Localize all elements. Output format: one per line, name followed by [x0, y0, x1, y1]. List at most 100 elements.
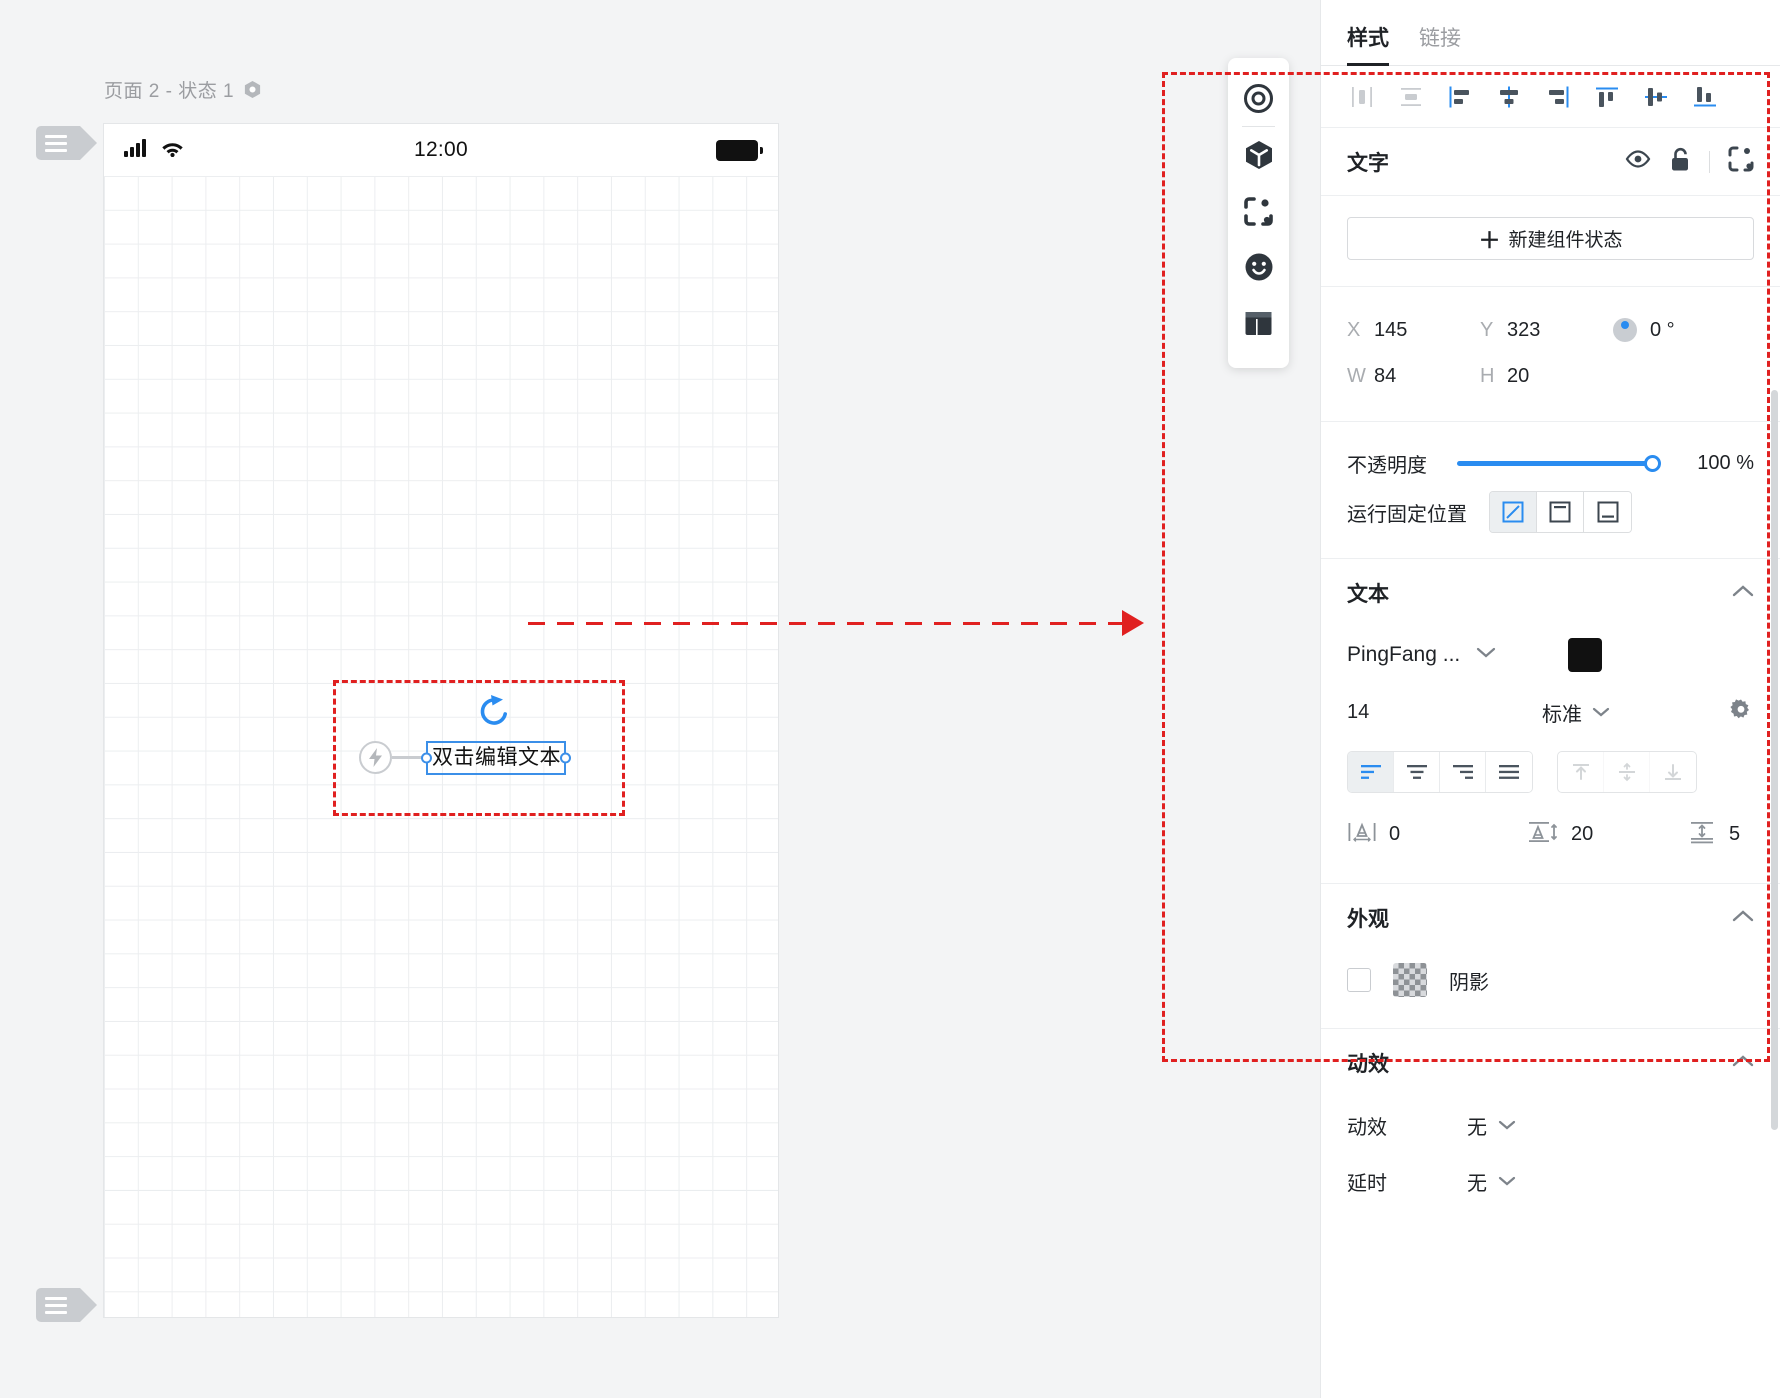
alignment-toolbar[interactable]: [1321, 66, 1780, 128]
chevron-up-icon[interactable]: [1732, 909, 1754, 928]
valign-middle-icon[interactable]: [1604, 752, 1650, 792]
opacity-slider-knob[interactable]: [1644, 454, 1661, 472]
h-value[interactable]: 20: [1507, 365, 1529, 388]
rotate-cw-icon[interactable]: [476, 694, 512, 733]
fit-content-icon[interactable]: [1728, 146, 1754, 177]
animation-section-body: 动效 无 延时 无: [1321, 1097, 1780, 1209]
left-panel-toggle-bottom[interactable]: [36, 1288, 97, 1322]
valign-top-icon[interactable]: [1558, 752, 1604, 792]
appearance-section-header[interactable]: 外观: [1321, 884, 1780, 952]
text-content[interactable]: 双击编辑文本: [432, 745, 561, 770]
align-left-icon[interactable]: [1435, 74, 1484, 120]
tab-style[interactable]: 样式: [1347, 22, 1389, 66]
unlock-icon[interactable]: [1669, 147, 1691, 177]
gear-icon[interactable]: [1728, 697, 1754, 728]
line-height-value[interactable]: 20: [1571, 823, 1593, 846]
valign-bottom-icon[interactable]: [1650, 752, 1696, 792]
fixed-top-icon[interactable]: [1537, 492, 1584, 532]
element-header: 文字: [1321, 128, 1780, 196]
rotation-dial-icon[interactable]: [1613, 318, 1637, 342]
w-value[interactable]: 84: [1374, 365, 1396, 388]
panel-tabs[interactable]: 样式 链接: [1321, 0, 1780, 66]
floating-tool-palette[interactable]: [1228, 58, 1289, 368]
layout-icon[interactable]: [1228, 295, 1289, 351]
geometry-section: X 145 Y 323 0 ° W 84 H 20: [1321, 287, 1780, 422]
y-value[interactable]: 323: [1507, 319, 1540, 342]
text-align-center-icon[interactable]: [1394, 752, 1440, 792]
appearance-section-body: 阴影: [1321, 952, 1780, 1028]
animation-delay-value: 无: [1467, 1172, 1487, 1195]
status-bar-time: 12:00: [413, 138, 469, 161]
appearance-section-title: 外观: [1347, 908, 1389, 931]
letter-spacing-field[interactable]: 0: [1347, 820, 1527, 849]
eye-visible-icon[interactable]: [1625, 150, 1651, 173]
status-bar: 12:00: [104, 124, 778, 176]
letter-spacing-value[interactable]: 0: [1389, 823, 1400, 846]
animation-section-header[interactable]: 动效: [1321, 1029, 1780, 1097]
x-value[interactable]: 145: [1374, 319, 1407, 342]
lightning-bolt-icon[interactable]: [359, 741, 392, 774]
rotation-value[interactable]: 0 °: [1650, 319, 1675, 342]
align-top-icon[interactable]: [1582, 74, 1631, 120]
align-middle-vertical-icon[interactable]: [1631, 74, 1680, 120]
tab-link[interactable]: 链接: [1419, 22, 1461, 65]
font-weight-select[interactable]: 标准: [1542, 698, 1610, 727]
paragraph-spacing-value[interactable]: 5: [1729, 823, 1740, 846]
align-center-horizontal-icon[interactable]: [1484, 74, 1533, 120]
animation-section-title: 动效: [1347, 1053, 1389, 1076]
w-label: W: [1347, 364, 1366, 387]
distribute-vertical-icon[interactable]: [1386, 74, 1435, 120]
y-label: Y: [1480, 318, 1494, 341]
width-field[interactable]: W 84: [1347, 365, 1480, 388]
font-size-value[interactable]: 14: [1347, 701, 1542, 724]
fixed-position-options[interactable]: [1489, 491, 1632, 533]
text-color-swatch[interactable]: [1568, 638, 1603, 672]
target-icon[interactable]: [1228, 70, 1289, 126]
text-section-title: 文本: [1347, 583, 1389, 606]
align-bottom-icon[interactable]: [1680, 74, 1729, 120]
add-component-state-button[interactable]: ＋ 新建组件状态: [1347, 217, 1754, 260]
distribute-horizontal-icon[interactable]: [1337, 74, 1386, 120]
chevron-up-icon[interactable]: [1732, 584, 1754, 603]
canvas-area[interactable]: 页面 2 - 状态 1 12:00 双击编辑文本: [0, 0, 1320, 1398]
resize-handle-right[interactable]: [560, 752, 571, 764]
line-height-field[interactable]: 20: [1527, 820, 1687, 849]
text-horizontal-align-group[interactable]: [1347, 751, 1533, 793]
y-field[interactable]: Y 323: [1480, 319, 1613, 342]
animation-delay-select[interactable]: 无: [1467, 1167, 1516, 1196]
selection-box[interactable]: 双击编辑文本: [421, 741, 571, 775]
height-field[interactable]: H 20: [1480, 365, 1613, 388]
text-vertical-align-group[interactable]: [1557, 751, 1697, 793]
fixed-none-icon[interactable]: [1490, 492, 1537, 532]
chevron-down-icon[interactable]: [1476, 646, 1496, 664]
text-align-left-icon[interactable]: [1348, 752, 1394, 792]
align-right-icon[interactable]: [1533, 74, 1582, 120]
resize-handle-left[interactable]: [421, 752, 432, 764]
text-section-header[interactable]: 文本: [1321, 559, 1780, 627]
phone-artboard[interactable]: 12:00 双击编辑文本: [103, 123, 779, 1318]
fixed-bottom-icon[interactable]: [1584, 492, 1631, 532]
animation-delay-label: 延时: [1347, 1172, 1387, 1195]
left-panel-toggle-top[interactable]: [36, 126, 97, 160]
text-align-right-icon[interactable]: [1440, 752, 1486, 792]
panel-scrollbar[interactable]: [1771, 390, 1778, 1130]
opacity-value[interactable]: 100 %: [1676, 452, 1754, 475]
font-family-value[interactable]: PingFang ...: [1347, 643, 1460, 667]
chevron-up-icon[interactable]: [1732, 1054, 1754, 1073]
selected-text-element[interactable]: 双击编辑文本: [421, 741, 571, 775]
text-align-justify-icon[interactable]: [1486, 752, 1532, 792]
shadow-color-swatch[interactable]: [1393, 963, 1427, 997]
shadow-checkbox[interactable]: [1347, 968, 1371, 992]
properties-panel[interactable]: 样式 链接 文字 ＋ 新建组件状态 X 145 Y 323 0 ° W 84 H…: [1320, 0, 1780, 1398]
animation-effect-select[interactable]: 无: [1467, 1111, 1516, 1140]
element-type-label: 文字: [1347, 151, 1389, 175]
x-field[interactable]: X 145: [1347, 319, 1480, 342]
scan-icon[interactable]: [1228, 183, 1289, 239]
rotation-field[interactable]: 0 °: [1613, 318, 1675, 342]
smiley-icon[interactable]: [1228, 239, 1289, 295]
paragraph-spacing-field[interactable]: 5: [1687, 820, 1740, 849]
cube-icon[interactable]: [1228, 127, 1289, 183]
x-label: X: [1347, 318, 1361, 341]
opacity-label: 不透明度: [1347, 454, 1427, 477]
opacity-slider[interactable]: [1457, 452, 1661, 474]
